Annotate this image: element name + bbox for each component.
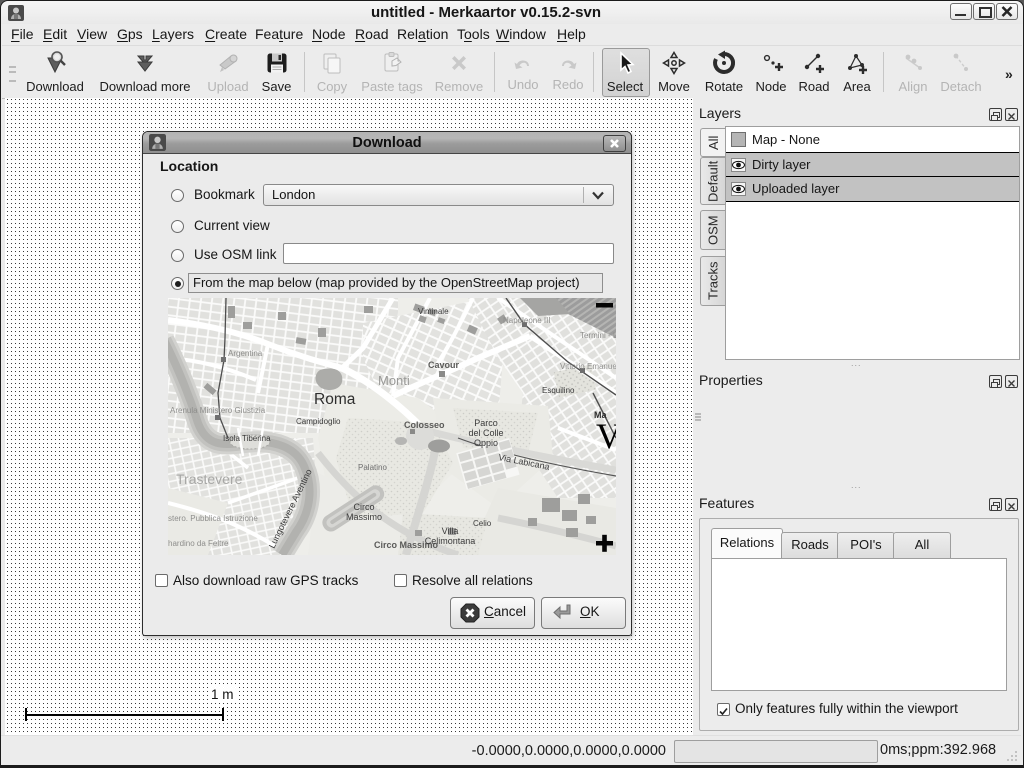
svg-text:Campidoglio: Campidoglio [296,417,341,426]
svg-text:Termini - La: Termini - La [580,331,616,340]
svg-text:Celimontana: Celimontana [425,536,476,546]
svg-text:Palatino: Palatino [358,463,387,472]
svg-text:Cavour: Cavour [428,360,460,370]
svg-text:Celio: Celio [473,519,492,528]
svg-text:Colosseo: Colosseo [404,420,445,430]
svg-text:Trastevere: Trastevere [176,471,243,487]
svg-text:Roma: Roma [314,391,356,408]
svg-text:stero. Pubblica Istruzione: stero. Pubblica Istruzione [168,514,258,523]
svg-text:Circo: Circo [353,502,374,512]
svg-text:V: V [596,416,616,456]
svg-text:Arenula Ministero Giustizia: Arenula Ministero Giustizia [170,406,266,415]
svg-text:Argentina: Argentina [228,349,263,358]
svg-text:Oppio: Oppio [474,438,498,448]
svg-text:Vittorio Emanuele: Vittorio Emanuele [560,362,616,371]
svg-text:Esquilino: Esquilino [542,386,575,395]
svg-text:hardino da Feltre: hardino da Feltre [168,539,229,548]
svg-text:del Colle: del Colle [468,428,503,438]
svg-text:Napoleone III: Napoleone III [503,316,551,325]
svg-text:Monti: Monti [378,373,410,388]
svg-text:Viminale: Viminale [418,307,449,316]
svg-text:Parco: Parco [474,418,498,428]
svg-text:Isola Tiberina: Isola Tiberina [223,434,271,443]
svg-text:Massimo: Massimo [346,512,382,522]
svg-text:Villa: Villa [442,526,459,536]
